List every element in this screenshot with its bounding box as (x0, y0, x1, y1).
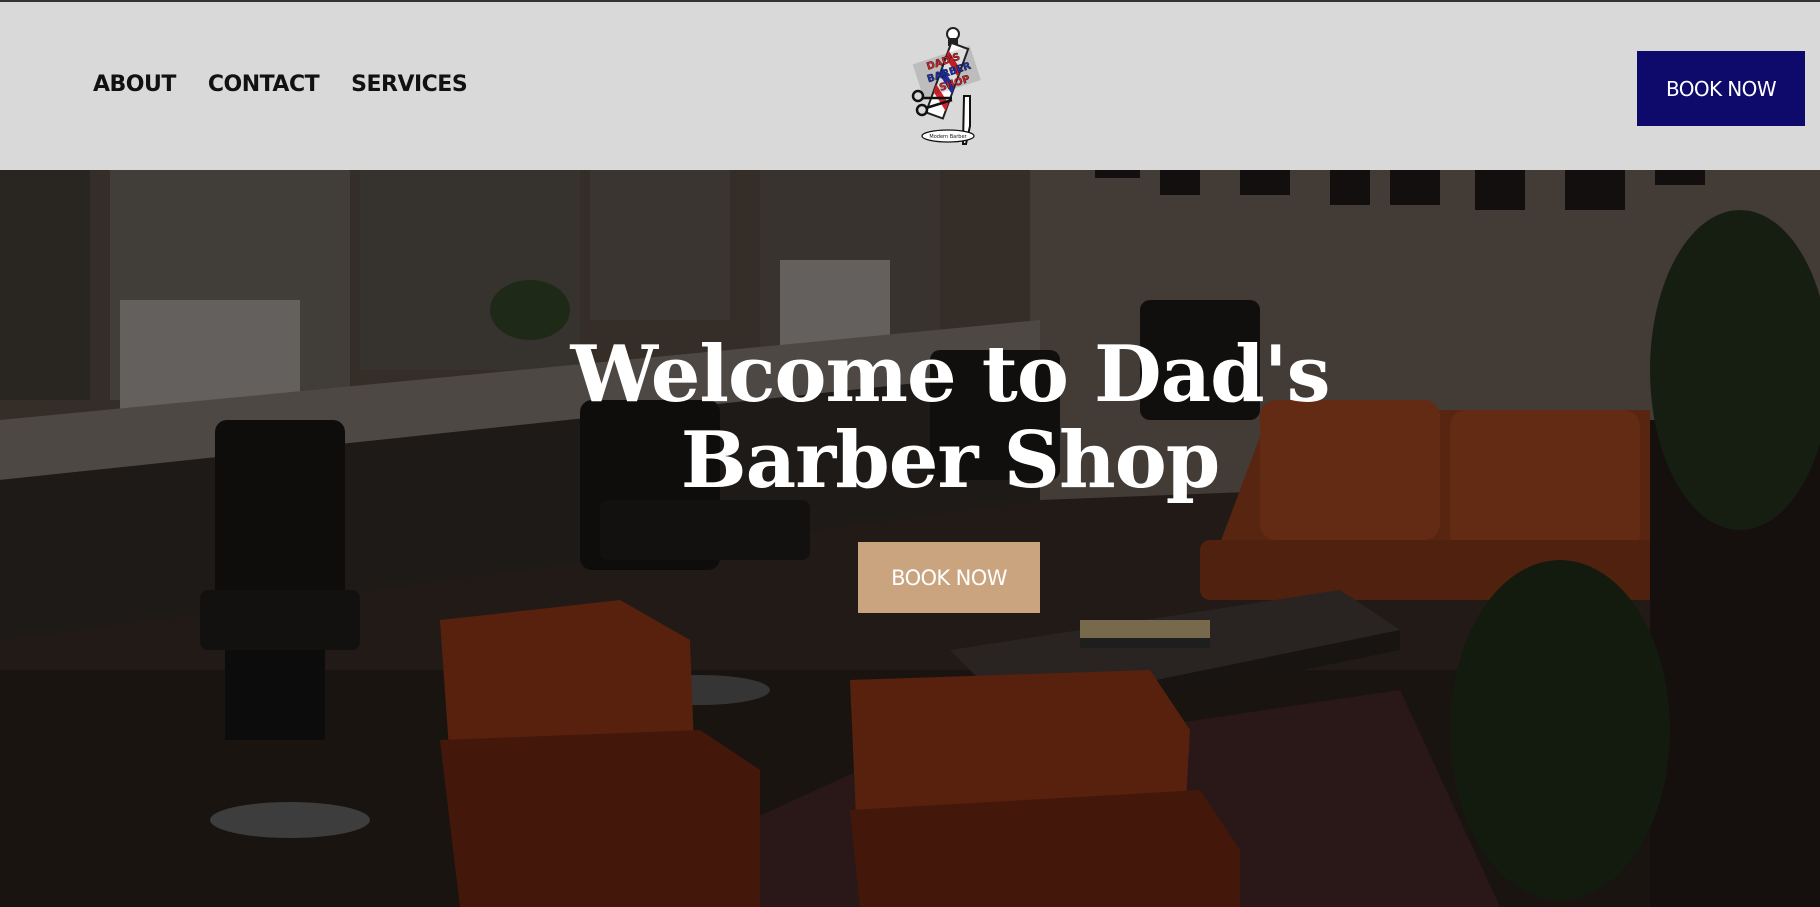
nav-link-about[interactable]: ABOUT (93, 72, 176, 97)
hero-book-now-button[interactable]: BOOK NOW (858, 542, 1040, 613)
nav-link-contact[interactable]: CONTACT (208, 72, 320, 97)
hero-title: Welcome to Dad's Barber Shop (560, 332, 1340, 504)
header-book-now-button[interactable]: BOOK NOW (1637, 51, 1805, 126)
hero-title-line1: Welcome to Dad's (570, 329, 1330, 420)
hero-title-line2: Barber Shop (680, 415, 1221, 506)
svg-text:Modern Barber: Modern Barber (929, 134, 967, 140)
site-header: ABOUT CONTACT SERVICES DAD'S BARBER SHOP (0, 2, 1820, 170)
barber-pole-logo-icon[interactable]: DAD'S BARBER SHOP Modern Barber (908, 26, 988, 148)
hero-background-image (0, 170, 1820, 907)
nav-link-services[interactable]: SERVICES (351, 72, 468, 97)
main-nav: ABOUT CONTACT SERVICES (93, 72, 468, 97)
hero-section: Welcome to Dad's Barber Shop BOOK NOW (0, 170, 1820, 907)
